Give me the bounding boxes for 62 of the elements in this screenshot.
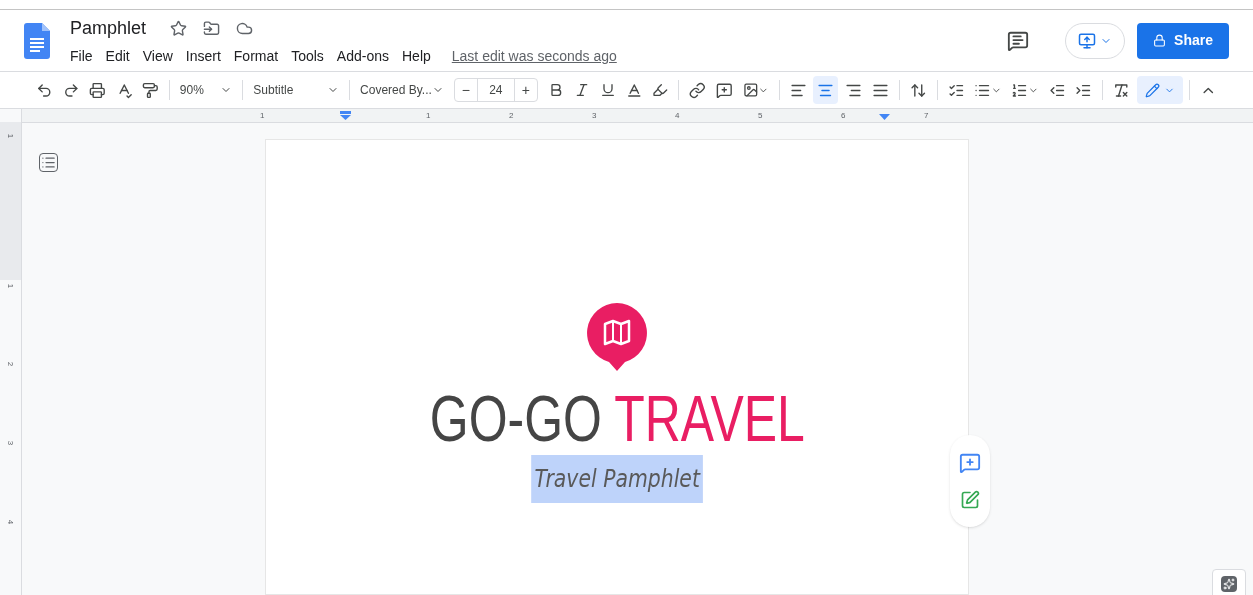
share-button[interactable]: Share <box>1137 22 1229 59</box>
ruler-number: 4 <box>5 519 17 525</box>
ruler-number: 6 <box>841 109 846 122</box>
link-icon <box>689 81 706 99</box>
last-edit-link[interactable]: Last edit was seconds ago <box>451 45 617 67</box>
menu-item[interactable]: View <box>142 45 173 67</box>
menu-item[interactable]: Help <box>402 45 431 67</box>
right-indent-marker-icon[interactable] <box>879 114 890 120</box>
menu-item[interactable]: Insert <box>185 45 221 67</box>
menu-item[interactable]: Format <box>233 45 279 67</box>
redo-icon <box>62 81 80 99</box>
subtitle-text: Travel Pamphlet <box>530 455 704 503</box>
star-icon[interactable] <box>170 19 188 37</box>
paint-roller-icon <box>142 81 159 99</box>
pencil-icon <box>1145 82 1161 98</box>
font-size-field[interactable]: 24 <box>476 79 515 101</box>
ruler-number: 4 <box>675 109 680 122</box>
move-folder-icon[interactable] <box>203 19 221 37</box>
explore-icon[interactable] <box>1221 576 1237 592</box>
decrease-font-size-button[interactable]: − <box>454 79 477 101</box>
editing-mode-button[interactable] <box>1137 76 1184 104</box>
document-logo-icon[interactable] <box>24 22 50 59</box>
image-icon <box>742 82 759 98</box>
comment-history-icon[interactable] <box>1007 29 1030 52</box>
map-pin-logo-icon <box>587 303 647 371</box>
menu-item[interactable]: Edit <box>105 45 130 67</box>
heading-text: TRAVEL <box>613 387 805 451</box>
ruler-number: 2 <box>5 362 17 367</box>
numbered-list-icon <box>1011 81 1029 99</box>
font-dropdown[interactable]: Covered By... <box>356 76 448 104</box>
suggest-edit-icon[interactable] <box>960 490 980 510</box>
ruler-number: 2 <box>509 109 514 122</box>
printer-icon <box>89 81 106 99</box>
heading-text: GO-GO <box>429 387 602 451</box>
text-color-icon <box>625 81 643 99</box>
ruler-number: 1 <box>426 109 431 122</box>
menu-item[interactable]: Add-ons <box>336 45 389 67</box>
add-comment-icon <box>715 81 733 99</box>
menu-item[interactable]: File <box>70 45 93 67</box>
ruler-number: 5 <box>758 109 763 122</box>
outline-icon[interactable] <box>39 153 58 172</box>
add-comment-icon[interactable] <box>959 452 981 474</box>
ruler-number: 7 <box>924 109 929 122</box>
underline-icon <box>599 82 616 98</box>
increase-font-size-button[interactable]: + <box>514 79 537 101</box>
zoom-dropdown[interactable]: 90% <box>175 76 237 104</box>
ruler-number: 3 <box>592 109 597 122</box>
ruler-number: 3 <box>5 441 17 446</box>
document-title[interactable]: Pamphlet <box>70 14 147 42</box>
ruler-number: 1 <box>5 283 17 288</box>
menu-item[interactable]: Tools <box>291 45 324 67</box>
highlighter-icon <box>652 82 669 98</box>
present-icon <box>1078 31 1097 50</box>
clear-formatting-icon <box>1112 81 1130 99</box>
indent-marker-icon[interactable] <box>340 111 351 120</box>
align-button[interactable] <box>813 76 839 104</box>
line-spacing-icon <box>910 81 927 99</box>
undo-icon <box>36 81 53 99</box>
ruler-number: 1 <box>260 109 265 122</box>
ruler-number: 1 <box>5 134 17 139</box>
style-dropdown[interactable]: Subtitle <box>249 76 344 104</box>
lock-icon <box>1153 34 1167 47</box>
